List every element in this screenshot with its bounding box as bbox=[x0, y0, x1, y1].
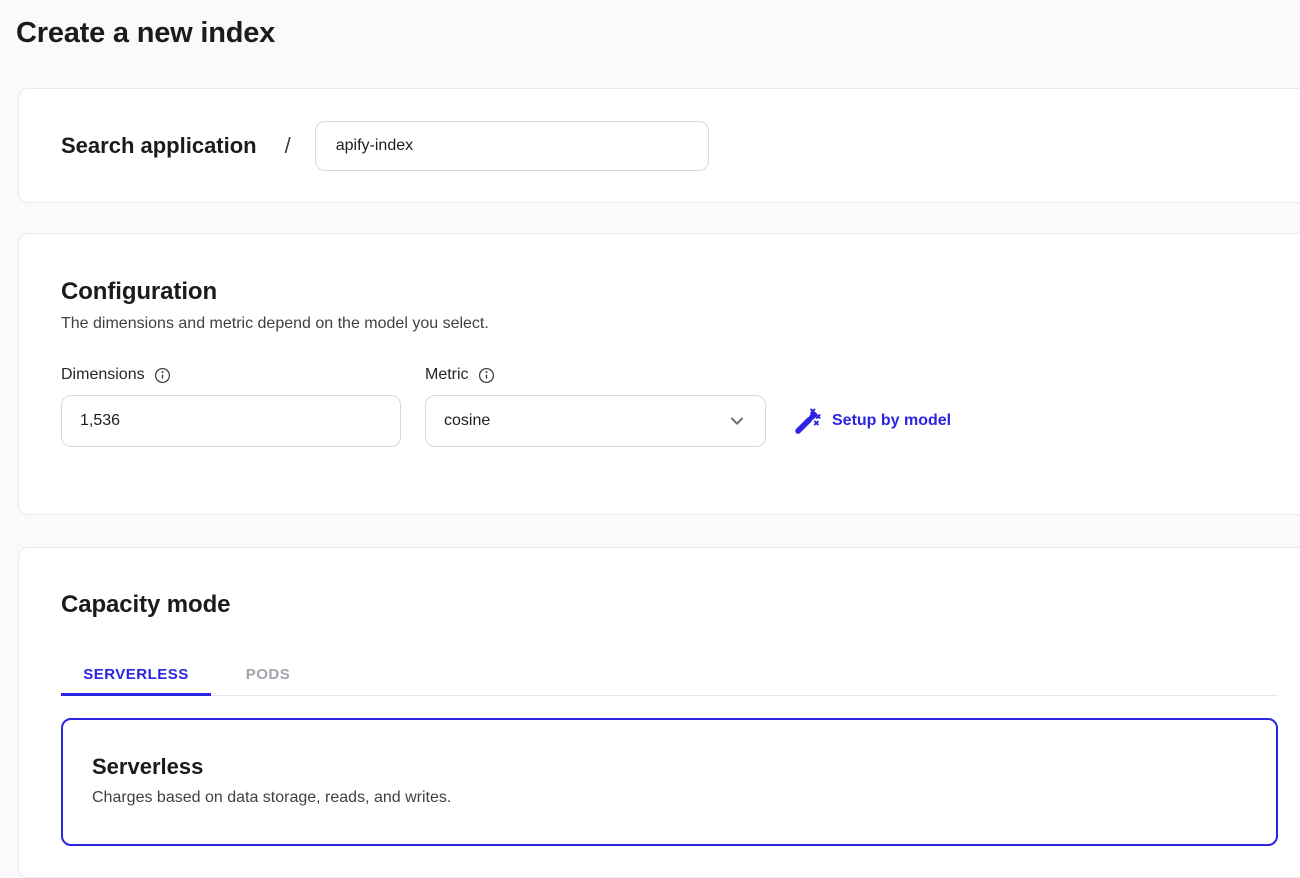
search-application-label: Search application bbox=[61, 133, 257, 159]
index-name-input[interactable] bbox=[315, 121, 709, 171]
metric-label-row: Metric bbox=[425, 366, 766, 384]
chevron-down-icon bbox=[727, 411, 747, 431]
serverless-option-title: Serverless bbox=[92, 754, 1276, 780]
dimensions-field: Dimensions bbox=[61, 366, 401, 447]
tab-serverless[interactable]: SERVERLESS bbox=[61, 656, 211, 696]
tab-pods[interactable]: PODS bbox=[211, 656, 325, 696]
capacity-mode-tabs: SERVERLESS PODS bbox=[61, 656, 1278, 696]
page-title: Create a new index bbox=[16, 17, 275, 50]
serverless-option-description: Charges based on data storage, reads, an… bbox=[92, 789, 1276, 807]
dimensions-label: Dimensions bbox=[61, 366, 145, 384]
dimensions-label-row: Dimensions bbox=[61, 366, 401, 384]
configuration-fields: Dimensions Metric bbox=[61, 366, 1300, 447]
setup-by-model-label: Setup by model bbox=[832, 412, 951, 430]
search-application-card: Search application / bbox=[18, 88, 1300, 203]
serverless-option-card[interactable]: Serverless Charges based on data storage… bbox=[61, 718, 1278, 846]
magic-wand-icon bbox=[794, 408, 821, 435]
configuration-card: Configuration The dimensions and metric … bbox=[18, 233, 1300, 515]
dimensions-input[interactable] bbox=[61, 395, 401, 447]
metric-field: Metric cosine bbox=[425, 366, 766, 447]
configuration-title: Configuration bbox=[61, 278, 1300, 306]
path-separator: / bbox=[285, 133, 291, 159]
setup-by-model-link[interactable]: Setup by model bbox=[794, 395, 951, 447]
info-icon[interactable] bbox=[154, 367, 171, 384]
info-icon[interactable] bbox=[478, 367, 495, 384]
metric-label: Metric bbox=[425, 366, 469, 384]
metric-selected-value: cosine bbox=[444, 412, 490, 430]
capacity-mode-card: Capacity mode SERVERLESS PODS Serverless… bbox=[18, 547, 1300, 878]
configuration-subtitle: The dimensions and metric depend on the … bbox=[61, 315, 1300, 333]
metric-select[interactable]: cosine bbox=[425, 395, 766, 447]
capacity-mode-title: Capacity mode bbox=[61, 591, 1300, 619]
